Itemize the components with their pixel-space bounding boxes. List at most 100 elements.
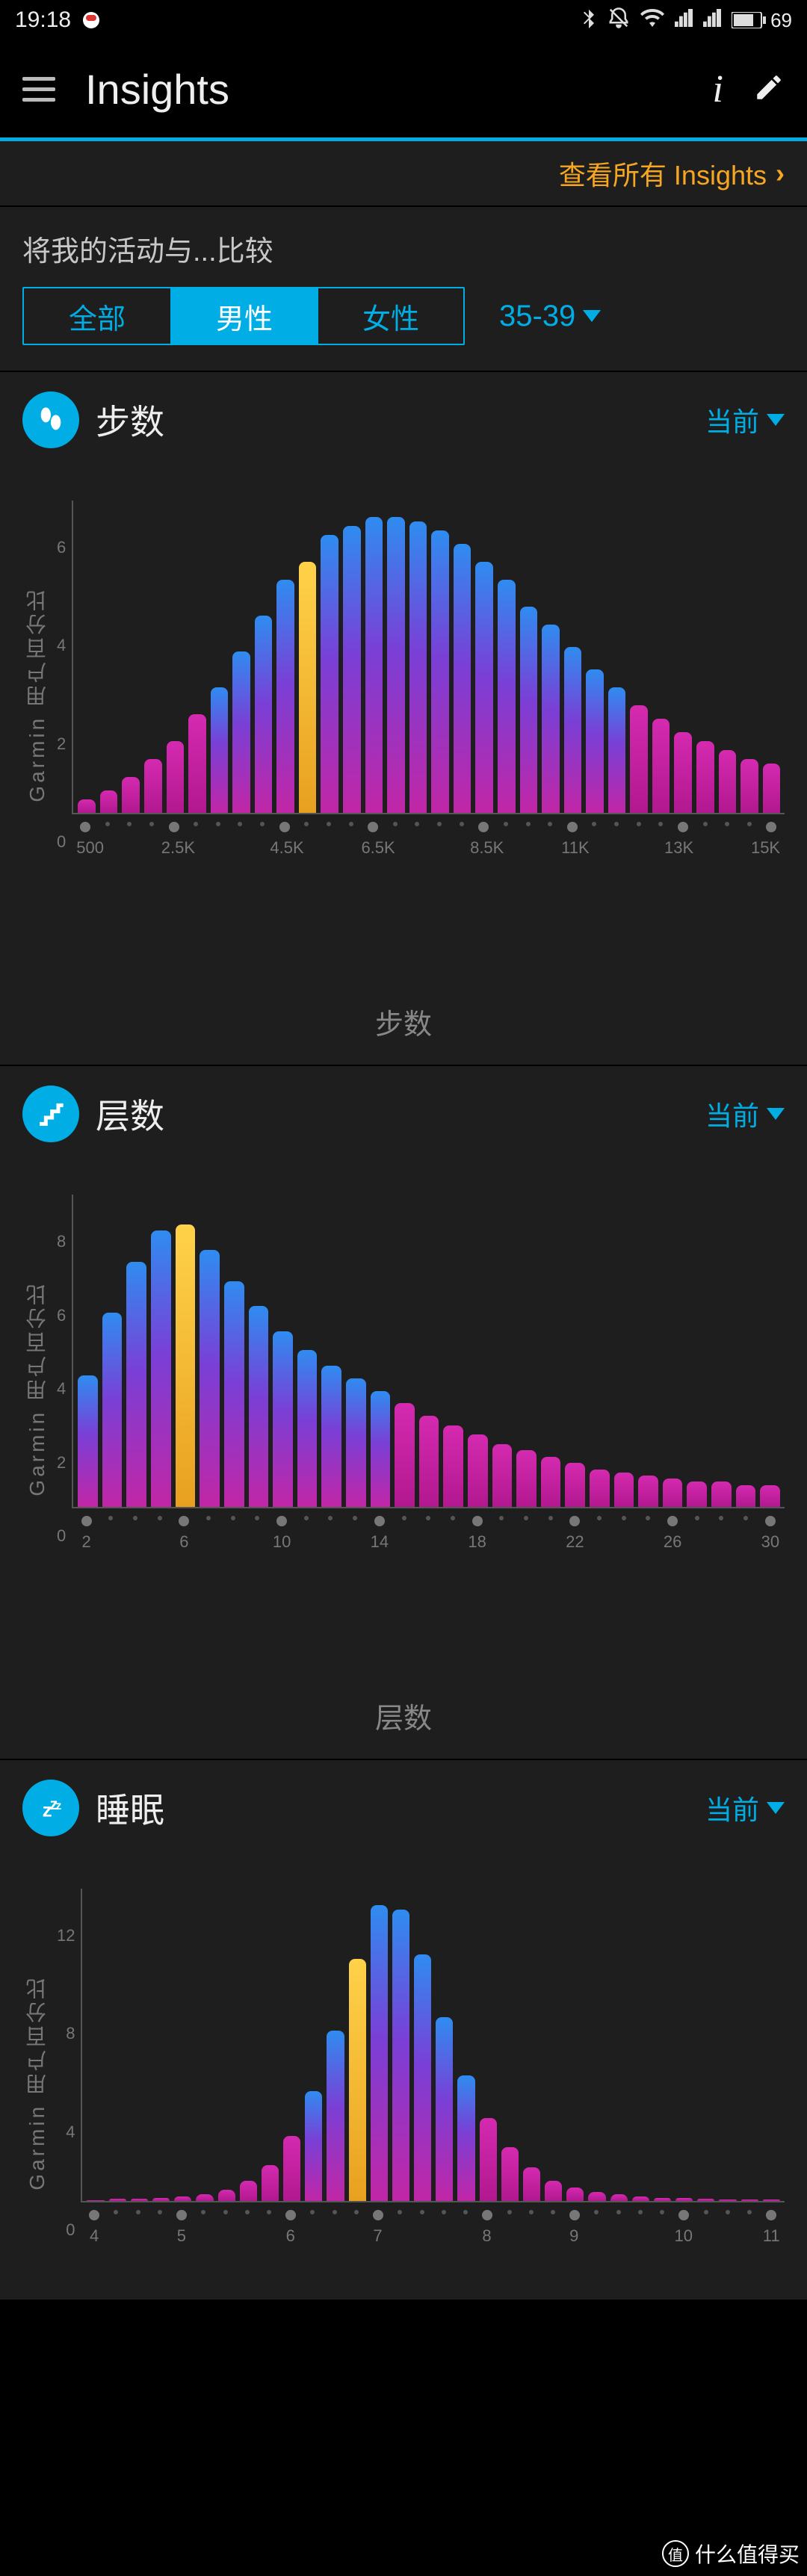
chart-bar — [305, 2091, 322, 2201]
age-filter[interactable]: 35-39 — [499, 300, 601, 333]
card-steps-title: 步数 — [96, 395, 689, 445]
chart-bar — [480, 2118, 497, 2201]
chart-bar — [740, 759, 758, 813]
chart-bar — [176, 1224, 196, 1507]
chart-floors-xlabel: 层数 — [22, 1695, 785, 1759]
chart-bar — [211, 687, 229, 813]
floors-icon — [22, 1086, 79, 1142]
period-label: 当前 — [705, 1095, 759, 1133]
seg-female[interactable]: 女性 — [317, 288, 463, 344]
chart-bar — [151, 1230, 171, 1507]
card-sleep: zzz 睡眠 当前 Garmin 用户百分比128404567891011 — [0, 1759, 807, 2300]
chart-bar — [273, 1331, 293, 1507]
chart-bar — [542, 625, 560, 813]
chart-bar — [131, 2199, 148, 2201]
chart-bar — [675, 2198, 693, 2201]
chart-bar — [299, 562, 317, 813]
chart-bar — [590, 1470, 610, 1507]
page-title: Insights — [85, 65, 683, 114]
card-steps: 步数 当前 Garmin 用户百分比64205002.5K4.5K6.5K8.5… — [0, 371, 807, 1065]
chart-bar — [109, 2199, 126, 2201]
chart-bar — [126, 1262, 146, 1507]
chart-bar — [630, 705, 648, 813]
chart-bar — [249, 1306, 269, 1507]
edit-icon[interactable] — [753, 72, 785, 107]
chart-bar — [218, 2190, 235, 2201]
chart-bar — [327, 2031, 344, 2201]
chart-bar — [443, 1425, 463, 1507]
chart-bar — [167, 741, 185, 813]
app-indicator-icon — [83, 12, 99, 28]
chart-bar — [419, 1416, 439, 1507]
chart-bar — [498, 580, 516, 813]
chart-bar — [188, 714, 206, 813]
chart-bar — [760, 1485, 780, 1507]
chart-bar — [409, 521, 427, 813]
chart-bar — [523, 2167, 540, 2201]
seg-male[interactable]: 男性 — [170, 288, 317, 344]
chart-bar — [614, 1473, 634, 1507]
signal-icon-2 — [703, 9, 721, 32]
chart-bar — [492, 1444, 513, 1507]
chart-bar — [78, 799, 96, 813]
chart-bar — [608, 687, 626, 813]
period-selector-steps[interactable]: 当前 — [705, 400, 785, 439]
chart-bar — [697, 2199, 714, 2201]
card-floors-title: 层数 — [96, 1089, 689, 1139]
y-axis-label: Garmin 用户百分比 — [22, 587, 52, 802]
view-all-label: 查看所有 Insights — [559, 154, 767, 193]
chart-bar — [736, 1485, 756, 1507]
chart-bar — [663, 1479, 683, 1507]
compare-block: 将我的活动与...比较 全部 男性 女性 35-39 — [0, 205, 807, 371]
watermark: 值 什么值得买 — [662, 2539, 800, 2569]
chart-bar — [741, 2199, 758, 2201]
chart-bar — [586, 669, 604, 813]
chart-bar — [687, 1481, 707, 1507]
chart-bar — [457, 2075, 474, 2201]
chart-bar — [232, 651, 250, 813]
period-label: 当前 — [705, 1789, 759, 1827]
chart-bar — [395, 1403, 415, 1507]
battery-indicator: 69 — [732, 9, 792, 32]
chart-bar — [719, 2199, 736, 2201]
status-time: 19:18 — [15, 7, 71, 33]
info-icon[interactable]: i — [713, 67, 723, 111]
chart-bar — [654, 2198, 671, 2202]
sleep-icon: zzz — [22, 1780, 79, 1836]
chart-bar — [516, 1450, 537, 1507]
period-selector-sleep[interactable]: 当前 — [705, 1789, 785, 1827]
chart-bar — [371, 1391, 391, 1507]
chart-bar — [224, 1281, 244, 1507]
watermark-badge-icon: 值 — [662, 2540, 689, 2567]
chart-bar — [652, 719, 670, 813]
chart-bar — [365, 517, 383, 813]
chart-bar — [100, 790, 118, 813]
chart-bar — [297, 1350, 318, 1507]
chart-bar — [763, 2199, 780, 2201]
chart-bar — [588, 2192, 605, 2201]
chart-bar — [262, 2165, 279, 2201]
chart-bar — [283, 2136, 300, 2201]
wifi-icon — [640, 9, 664, 32]
period-selector-floors[interactable]: 当前 — [705, 1095, 785, 1133]
view-all-insights-link[interactable]: 查看所有 Insights › — [0, 141, 807, 205]
chart-bar — [152, 2198, 170, 2202]
steps-icon — [22, 391, 79, 448]
chart-bar — [371, 1905, 388, 2201]
chart-bar — [674, 732, 692, 813]
chart-bar — [632, 2196, 649, 2201]
menu-icon[interactable] — [22, 77, 55, 102]
chart-bar — [696, 741, 714, 813]
chart-bar — [349, 1959, 366, 2201]
period-label: 当前 — [705, 400, 759, 439]
chevron-down-icon — [767, 1802, 785, 1814]
chart-bar — [200, 1250, 220, 1507]
chart-bar — [144, 759, 162, 813]
chart-steps-xlabel: 步数 — [22, 1001, 785, 1065]
status-bar: 19:18 69 — [0, 0, 807, 40]
y-axis-label: Garmin 用户百分比 — [22, 1281, 52, 1496]
gender-segmented-control: 全部 男性 女性 — [22, 287, 465, 345]
dnd-icon — [607, 7, 630, 34]
seg-all[interactable]: 全部 — [24, 288, 170, 344]
chart-bar — [321, 535, 338, 813]
